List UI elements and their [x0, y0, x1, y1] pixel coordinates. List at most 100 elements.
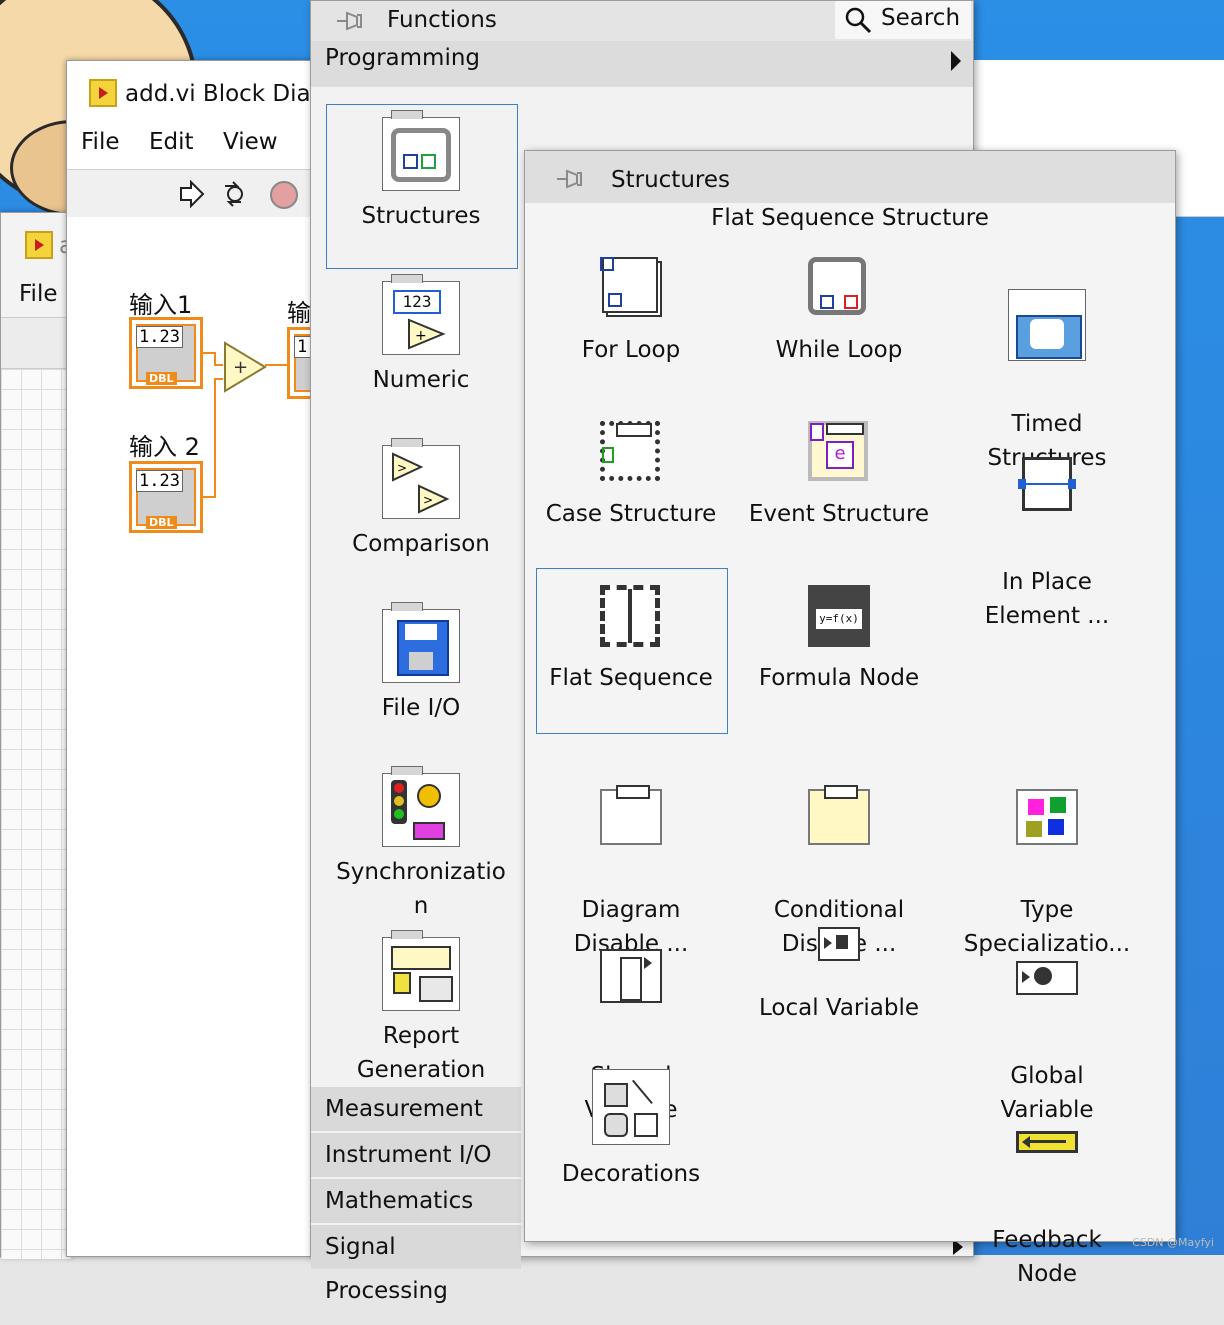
formula-icon-text: y=f(x) — [816, 609, 862, 629]
item-label: For Loop — [581, 337, 681, 363]
category-label: Comparison — [352, 531, 490, 557]
hovered-item-label: Flat Sequence Structure — [711, 205, 989, 231]
event-structure-icon: e — [806, 419, 872, 485]
submenu-arrow-icon — [951, 51, 961, 71]
for-loop-icon — [598, 255, 664, 321]
category-row-mathematics[interactable]: Mathematics — [311, 1179, 521, 1223]
pin-icon[interactable] — [333, 7, 365, 35]
flat-sequence-icon — [598, 583, 664, 649]
search-label: Search — [881, 5, 961, 31]
item-decorations[interactable]: Decorations — [531, 1069, 731, 1191]
diagram-canvas[interactable]: 输入1 1.23 DBL 输入 2 1.23 DBL + 输 1.2 — [67, 217, 347, 1256]
comparison-icon: > > — [382, 438, 460, 519]
item-case-structure[interactable]: Case Structure — [531, 419, 731, 531]
event-e-glyph: e — [826, 441, 854, 469]
category-comparison[interactable]: > > Comparison — [321, 438, 521, 561]
category-row-instrument-io[interactable]: Instrument I/O — [311, 1133, 521, 1177]
item-label: Decorations — [561, 1161, 701, 1187]
run-continuously-icon[interactable] — [219, 180, 251, 208]
control-type-badge: DBL — [146, 516, 177, 529]
item-while-loop[interactable]: While Loop — [739, 255, 939, 367]
menu-bar: File Edit View — [67, 117, 327, 169]
item-feedback-node[interactable]: Feedback Node — [947, 1077, 1147, 1325]
menu-file[interactable]: File — [81, 129, 120, 155]
control-value: 1.23 — [136, 470, 183, 492]
front-panel-grid — [1, 369, 71, 1259]
palette-title: Structures — [611, 167, 730, 193]
palette-title: Functions — [387, 7, 497, 33]
control-input2[interactable]: 1.23 DBL — [129, 461, 203, 533]
block-diagram-window[interactable]: add.vi Block Diagr File Edit View 输入1 1.… — [66, 60, 347, 1257]
vi-icon — [89, 79, 117, 107]
item-label: While Loop — [775, 337, 903, 363]
item-in-place-element[interactable]: In Place Element ... — [947, 419, 1147, 667]
structures-palette[interactable]: Structures Flat Sequence Structure For L… — [524, 150, 1176, 1287]
category-label: File I/O — [381, 695, 461, 721]
decorations-icon — [592, 1069, 670, 1145]
local-variable-icon — [806, 913, 872, 979]
svg-text:>: > — [397, 461, 407, 475]
category-file-io[interactable]: File I/O — [321, 602, 521, 725]
menu-edit[interactable]: Edit — [149, 129, 194, 155]
in-place-element-icon — [1014, 453, 1080, 519]
run-arrow-icon[interactable] — [177, 180, 205, 208]
control-value: 1.23 — [136, 326, 183, 348]
numeric-icon-text: 123 — [393, 290, 441, 314]
case-structure-icon — [598, 419, 664, 485]
control-input1[interactable]: 1.23 DBL — [129, 317, 203, 389]
svg-text:>: > — [423, 493, 433, 507]
item-event-structure[interactable]: e Event Structure — [739, 419, 939, 531]
label-input1: 输入1 — [129, 291, 193, 319]
control-type-badge: DBL — [146, 372, 177, 385]
type-specialization-icon — [1014, 781, 1080, 847]
toolbar — [1, 317, 71, 369]
title-bar: add.vi Block Diagr — [67, 61, 335, 117]
category-row-measurement-io[interactable]: Measurement I/O — [311, 1087, 521, 1166]
toolbar — [67, 169, 327, 219]
item-label: Event Structure — [748, 501, 930, 527]
palette-header: Functions Search — [311, 1, 973, 41]
search-button[interactable]: Search — [835, 1, 971, 39]
structures-icon — [382, 110, 460, 191]
formula-node-icon: y=f(x) — [806, 583, 872, 649]
item-label: Case Structure — [545, 501, 717, 527]
vi-icon — [25, 231, 53, 259]
watermark: CSDN @Mayfyi — [1132, 1236, 1214, 1249]
menu-view[interactable]: View — [223, 129, 278, 155]
category-synchronization[interactable]: Synchronizatio n — [321, 766, 521, 923]
item-label: Flat Sequence — [549, 665, 713, 691]
pin-icon[interactable] — [553, 165, 585, 193]
shared-variable-icon — [598, 947, 664, 1013]
search-icon — [845, 7, 872, 34]
conditional-disable-icon — [806, 781, 872, 847]
abort-icon[interactable] — [269, 180, 299, 210]
category-label: Numeric — [372, 367, 470, 393]
report-printer-icon — [382, 930, 460, 1011]
timed-structures-icon — [1008, 289, 1086, 361]
category-numeric[interactable]: 123 + Numeric — [321, 274, 521, 397]
item-formula-node[interactable]: y=f(x) Formula Node — [739, 583, 939, 695]
label-input2: 输入 2 — [129, 433, 200, 461]
category-label: Report Generation — [356, 1023, 486, 1083]
label-output: 输 — [287, 299, 311, 327]
item-flat-sequence[interactable]: Flat Sequence — [531, 583, 731, 695]
category-structures[interactable]: Structures — [321, 110, 521, 233]
feedback-node-icon — [1014, 1111, 1080, 1177]
item-label: Formula Node — [758, 665, 920, 691]
window-title: add.vi Block Diagr — [125, 81, 335, 107]
background-window[interactable]: a File — [0, 212, 73, 1259]
item-label: Local Variable — [758, 995, 920, 1021]
item-local-variable[interactable]: Local Variable — [739, 913, 939, 1025]
category-header-programming[interactable]: Programming — [311, 41, 973, 87]
item-label: In Place Element ... — [984, 569, 1110, 629]
category-label: Synchronizatio n — [336, 859, 506, 919]
global-variable-icon — [1014, 947, 1080, 1013]
item-for-loop[interactable]: For Loop — [531, 255, 731, 367]
menu-file[interactable]: File — [19, 281, 58, 307]
category-title: Programming — [325, 45, 481, 71]
category-row-signal-processing[interactable]: Signal Processing — [311, 1225, 521, 1304]
svg-text:+: + — [233, 357, 248, 378]
palette-header: Structures — [525, 151, 1175, 203]
diagram-disable-icon — [598, 781, 664, 847]
category-report-generation[interactable]: Report Generation — [321, 930, 521, 1087]
